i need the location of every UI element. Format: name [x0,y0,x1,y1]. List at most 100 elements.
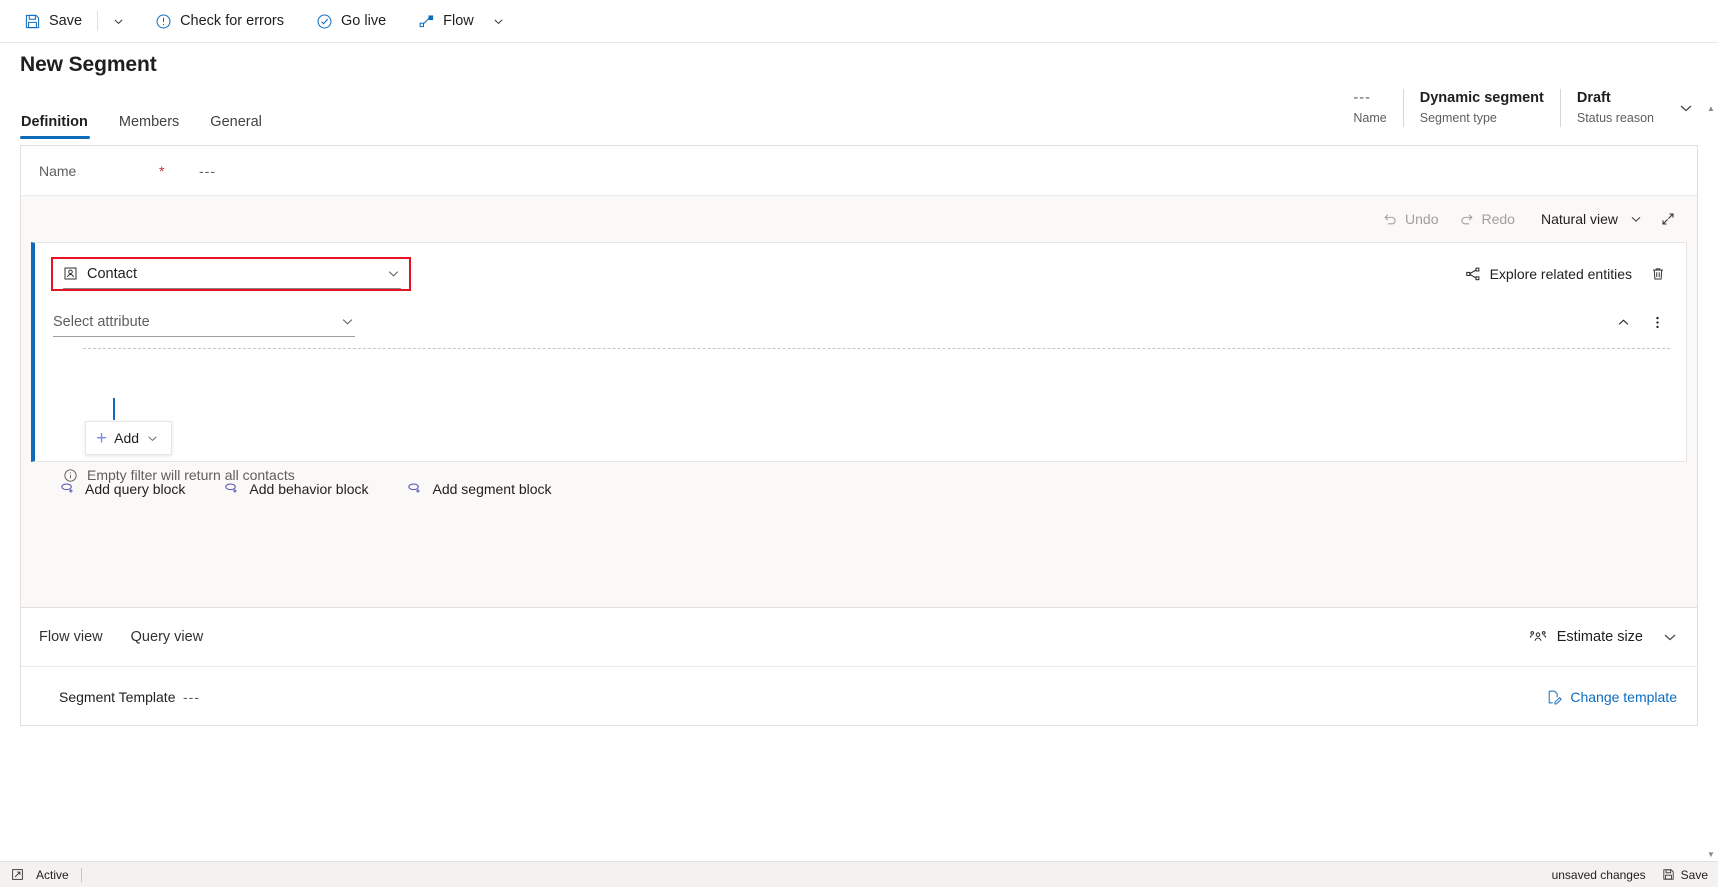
header-field-segment-type: Dynamic segment Segment type [1402,89,1560,127]
redo-icon [1459,211,1475,227]
header-summary: --- Name Dynamic segment Segment type Dr… [1337,89,1702,127]
view-switcher-row: Flow view Query view Estimate size [21,608,1697,666]
status-save-label: Save [1680,867,1708,882]
save-icon [24,13,41,30]
contact-entity-icon [63,266,78,281]
header-field-status-reason: Draft Status reason [1559,89,1670,127]
collapse-attribute-button[interactable] [1608,307,1638,337]
vertical-scrollbar[interactable]: ▲ ▼ [1704,104,1718,859]
delete-block-button[interactable] [1644,260,1672,288]
status-active-label: Active [36,867,82,882]
check-circle-icon [316,13,333,30]
undo-label: Undo [1405,211,1439,227]
go-live-label: Go live [341,13,387,29]
view-mode-label: Natural view [1540,211,1618,227]
go-live-button[interactable]: Go live [306,0,396,42]
more-options-button[interactable] [1642,307,1672,337]
flow-icon [418,13,435,30]
estimate-size-caret[interactable] [1653,622,1687,652]
query-block: Contact Explore related entities Select … [31,242,1687,483]
add-segment-block-icon [406,480,423,497]
entity-select-value: Contact [87,265,137,282]
flow-button[interactable]: Flow [408,0,484,42]
entity-select[interactable]: Contact [51,257,411,291]
check-for-errors-label: Check for errors [180,13,285,29]
command-separator [97,11,99,31]
definition-card: Name * --- Undo Redo Natural view Contac… [20,145,1698,607]
header-field-name: --- Name [1337,89,1402,127]
explore-related-entities-button[interactable]: Explore related entities [1459,262,1638,286]
status-bar: Active unsaved changes Save [0,861,1718,887]
empty-filter-hint: Empty filter will return all contacts [35,421,295,483]
scroll-down-arrow[interactable]: ▼ [1707,850,1715,859]
view-mode-button[interactable]: Natural view [1531,206,1653,232]
query-block-header: Contact Explore related entities [35,257,1686,291]
header-expand-button[interactable] [1670,89,1702,127]
save-options-caret[interactable] [103,0,133,42]
status-save-button[interactable]: Save [1662,868,1708,882]
error-circle-icon [155,13,172,30]
save-button-label: Save [49,13,83,29]
estimate-size-button[interactable]: Estimate size [1519,623,1653,651]
attribute-divider [83,348,1670,349]
attribute-row: Select attribute [35,291,1686,337]
attribute-select-placeholder: Select attribute [53,313,150,330]
redo-button[interactable]: Redo [1449,206,1525,232]
canvas-toolbar: Undo Redo Natural view [21,196,1697,242]
chevron-down-icon [1629,212,1643,226]
status-bar-right: unsaved changes Save [1552,868,1708,882]
required-marker: * [159,162,165,179]
expand-canvas-button[interactable] [1653,204,1683,234]
header-status-reason-value: Draft [1576,90,1611,106]
share-nodes-icon [1465,266,1481,282]
segment-template-value: --- [183,688,200,705]
change-template-button[interactable]: Change template [1546,689,1697,705]
flow-options-caret[interactable] [484,0,514,42]
add-segment-block-button[interactable]: Add segment block [396,474,561,503]
tab-general[interactable]: General [209,108,272,139]
page-title: New Segment [20,53,157,76]
people-icon [1529,629,1547,645]
page-header: New Segment --- Name Dynamic segment Seg… [0,43,1718,127]
expand-window-icon[interactable] [8,866,26,884]
segment-canvas: Undo Redo Natural view Contact Explore r… [21,196,1697,607]
estimate-size-label: Estimate size [1556,629,1643,645]
command-bar: Save Check for errors Go live Flow [0,0,1718,43]
attribute-row-actions [1608,307,1672,337]
undo-icon [1382,211,1398,227]
tab-members[interactable]: Members [118,108,189,139]
tab-definition[interactable]: Definition [20,108,98,139]
empty-filter-hint-text: Empty filter will return all contacts [87,467,295,483]
unsaved-changes-label: unsaved changes [1551,867,1646,882]
scroll-up-arrow[interactable]: ▲ [1707,104,1715,113]
segment-template-label: Segment Template [59,688,176,705]
header-name-label: Name [1353,111,1387,125]
check-for-errors-button[interactable]: Check for errors [145,0,294,42]
header-name-value: --- [1353,90,1371,106]
tab-general-label: General [210,114,262,130]
query-view-tab[interactable]: Query view [131,629,204,645]
attribute-select[interactable]: Select attribute [53,307,355,337]
chevron-down-icon [340,314,355,329]
header-status-reason-label: Status reason [1576,111,1654,125]
tab-members-label: Members [118,114,180,130]
flow-view-tab[interactable]: Flow view [39,629,103,645]
chevron-down-icon [386,266,401,281]
segment-name-value[interactable]: --- [199,163,216,179]
header-segment-type-label: Segment type [1419,111,1497,125]
add-segment-block-label: Add segment block [432,480,552,497]
definition-panel: Name * --- Undo Redo Natural view Contac… [0,139,1718,607]
flow-view-label: Flow view [39,629,103,645]
flow-label: Flow [443,13,474,29]
change-template-label: Change template [1570,688,1677,705]
save-icon [1662,868,1675,881]
header-segment-type-value: Dynamic segment [1419,90,1544,106]
redo-label: Redo [1481,211,1515,227]
block-connector-line [113,398,115,420]
query-view-label: Query view [130,629,204,645]
save-button[interactable]: Save [14,0,92,42]
undo-button[interactable]: Undo [1372,206,1448,232]
tab-definition-label: Definition [21,114,88,130]
edit-document-icon [1546,689,1563,705]
segment-name-label: Name [39,162,77,179]
